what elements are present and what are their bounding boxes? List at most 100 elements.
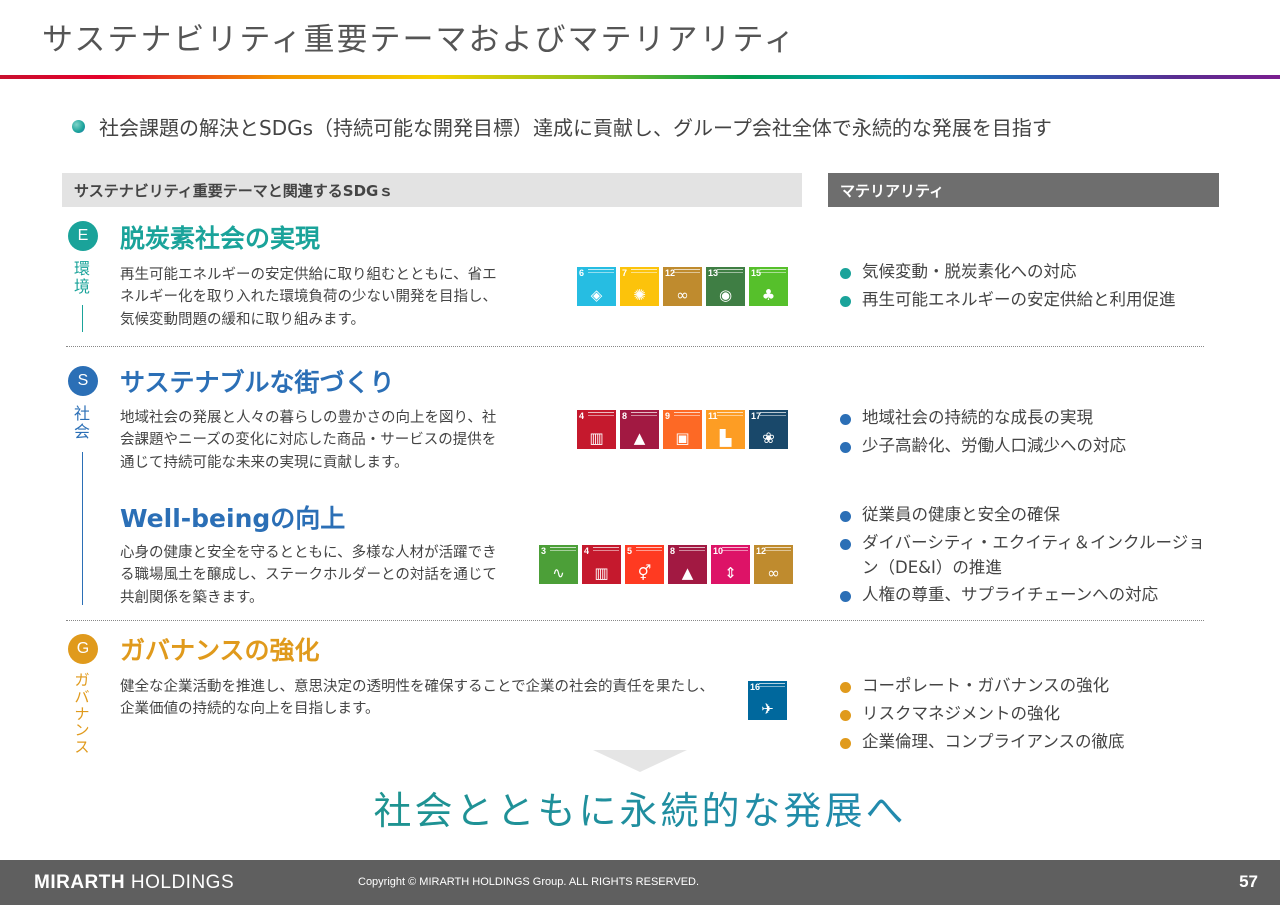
materiality-list-env: 気候変動・脱炭素化への対応再生可能エネルギーの安定供給と利用促進 bbox=[840, 260, 1176, 316]
bullet-icon bbox=[72, 120, 85, 133]
sdg-goal-16: 16 ✈ bbox=[748, 681, 787, 720]
materiality-text: 気候変動・脱炭素化への対応 bbox=[862, 262, 1077, 281]
materiality-text: 再生可能エネルギーの安定供給と利用促進 bbox=[862, 289, 1176, 309]
materiality-item: 企業倫理、コンプライアンスの徹底 bbox=[840, 730, 1125, 755]
theme-desc-sustainable-town: 地域社会の発展と人々の暮らしの豊かさの向上を図り、社会課題やニーズの変化に対応し… bbox=[120, 410, 497, 471]
sdg-number: 8 bbox=[670, 546, 676, 556]
copyright: Copyright © MIRARTH HOLDINGS Group. ALL … bbox=[358, 876, 700, 888]
materiality-item: 従業員の健康と安全の確保 bbox=[840, 503, 1210, 528]
sdg-goal-10: 10 ⇕ bbox=[711, 545, 750, 584]
sdg-caption-lines bbox=[679, 547, 705, 551]
sdg-caption-lines bbox=[674, 412, 700, 416]
sdg-caption-lines bbox=[593, 547, 619, 551]
sdg-icons-wellbeing: 3 ∿ 4 ▥ 5 ⚥ 8 ▲ 10 ⇕ 12 ∞ bbox=[539, 545, 793, 584]
label-char: 環 bbox=[73, 259, 90, 278]
sdg-goal-4: 4 ▥ bbox=[577, 410, 616, 449]
dove-gavel-icon: ✈ bbox=[761, 700, 774, 718]
sdg-goal-13: 13 ◉ bbox=[706, 267, 745, 306]
infinity-icon: ∞ bbox=[676, 286, 689, 304]
materiality-text: 企業倫理、コンプライアンスの徹底 bbox=[862, 731, 1125, 751]
bullet-icon bbox=[840, 511, 851, 522]
bullet-icon bbox=[840, 441, 851, 453]
section-divider bbox=[66, 346, 1204, 347]
sdg-goal-8: 8 ▲ bbox=[620, 410, 659, 449]
bullet-icon bbox=[840, 295, 851, 307]
page-number: 57 bbox=[1239, 872, 1258, 891]
sdg-goal-6: 6 ◈ bbox=[577, 267, 616, 306]
materiality-list-gov: コーポレート・ガバナンスの強化 リスクマネジメントの強化 企業倫理、コンプライアンス… bbox=[840, 674, 1125, 757]
sdg-goal-15: 15 ♣ bbox=[749, 267, 788, 306]
rainbow-divider bbox=[0, 75, 1280, 79]
sdg-caption-lines bbox=[760, 269, 786, 273]
sdg-goal-3: 3 ∿ bbox=[539, 545, 578, 584]
materiality-text: 従業員の健康と安全の確保 bbox=[862, 505, 1060, 524]
materiality-item: 気候変動・脱炭素化への対応 bbox=[840, 260, 1176, 285]
social-line bbox=[82, 452, 83, 605]
bullet-icon bbox=[840, 591, 851, 603]
sdg-caption-lines bbox=[674, 269, 700, 273]
lead-text: 社会課題の解決とSDGs（持続可能な開発目標）達成に貢献し、グループ会社全体で永… bbox=[99, 116, 1052, 140]
label-char: ガ bbox=[74, 671, 90, 689]
down-arrow-icon bbox=[593, 750, 687, 772]
lead-statement: 社会課題の解決とSDGs（持続可能な開発目標）達成に貢献し、グループ会社全体で永… bbox=[72, 112, 1052, 141]
sdg-number: 4 bbox=[579, 411, 585, 421]
theme-title-governance: ガバナンスの強化 bbox=[120, 636, 320, 665]
sdg-caption-lines bbox=[760, 412, 786, 416]
city-icon: ▙ bbox=[719, 429, 732, 447]
sdg-goal-5: 5 ⚥ bbox=[625, 545, 664, 584]
materiality-text: 人権の尊重、サプライチェーンへの対応 bbox=[862, 585, 1159, 605]
sdg-goal-12: 12 ∞ bbox=[754, 545, 793, 584]
materiality-text: 地域社会の持続的な成長の実現 bbox=[862, 408, 1093, 427]
cubes-icon: ▣ bbox=[675, 429, 690, 447]
equality-icon: ⇕ bbox=[724, 564, 737, 582]
sdg-goal-11: 11 ▙ bbox=[706, 410, 745, 449]
book-icon: ▥ bbox=[594, 564, 609, 582]
sdg-caption-lines bbox=[588, 412, 614, 416]
materiality-list-social-wellbeing: 従業員の健康と安全の確保ダイバーシティ・エクイティ＆インクルージョン（DE&I）… bbox=[840, 503, 1210, 611]
env-label: 環境 bbox=[71, 259, 93, 297]
label-char: 会 bbox=[73, 422, 90, 442]
growth-chart-icon: ▲ bbox=[633, 429, 646, 447]
sdg-caption-lines bbox=[717, 412, 743, 416]
sdg-caption-lines bbox=[722, 547, 748, 551]
section-divider bbox=[66, 620, 1204, 621]
label-char: ン bbox=[74, 721, 90, 740]
sdg-number: 6 bbox=[579, 268, 585, 278]
gov-label: ガバナンス bbox=[71, 672, 93, 756]
sdg-caption-lines bbox=[631, 269, 657, 273]
bullet-icon bbox=[840, 682, 851, 693]
materiality-item: 少子高齢化、労働人口減少への対応 bbox=[840, 434, 1126, 459]
materiality-item: リスクマネジメントの強化 bbox=[840, 702, 1125, 727]
sdg-goal-4: 4 ▥ bbox=[582, 545, 621, 584]
materiality-list-social-town: 地域社会の持続的な成長の実現少子高齢化、労働人口減少への対応 bbox=[840, 406, 1126, 462]
footer-brand: MIRARTH HOLDINGS bbox=[34, 872, 234, 894]
sdg-caption-lines bbox=[631, 412, 657, 416]
theme-desc-wellbeing: 心身の健康と安全を守るとともに、多様な人材が活躍できる職場風土を醸成し、ステーク… bbox=[120, 545, 497, 606]
bullet-icon bbox=[840, 268, 851, 279]
growth-chart-icon: ▲ bbox=[681, 564, 694, 582]
brand-rest: HOLDINGS bbox=[125, 872, 235, 893]
sdg-caption-lines bbox=[550, 547, 576, 551]
materiality-item: 再生可能エネルギーの安定供給と利用促進 bbox=[840, 288, 1176, 313]
theme-title-sustainable-town: サステナブルな街づくり bbox=[120, 368, 395, 397]
sun-icon: ✺ bbox=[633, 286, 646, 304]
sdg-number: 8 bbox=[622, 411, 628, 421]
sdg-icons-decarbonization: 6 ◈ 7 ✺ 12 ∞ 13 ◉ 15 ♣ bbox=[577, 267, 788, 306]
label-char: 境 bbox=[73, 277, 90, 297]
header-materiality: マテリアリティ bbox=[828, 173, 1219, 207]
sdg-number: 5 bbox=[627, 546, 633, 556]
env-badge: E bbox=[68, 221, 98, 251]
theme-title-decarbonization: 脱炭素社会の実現 bbox=[120, 224, 321, 253]
sdg-icons-sustainable-town: 4 ▥ 8 ▲ 9 ▣ 11 ▙ 17 ❀ bbox=[577, 410, 788, 449]
materiality-text: ダイバーシティ・エクイティ＆インクルージョン（DE&I）の推進 bbox=[862, 532, 1205, 577]
sdg-goal-7: 7 ✺ bbox=[620, 267, 659, 306]
sdg-number: 3 bbox=[541, 546, 547, 556]
flower-ring-icon: ❀ bbox=[762, 429, 775, 447]
slogan: 社会とともに永続的な発展へ bbox=[0, 780, 1280, 835]
sdg-number: 4 bbox=[584, 546, 590, 556]
sdg-caption-lines bbox=[765, 547, 791, 551]
sdg-goal-8: 8 ▲ bbox=[668, 545, 707, 584]
materiality-text: リスクマネジメントの強化 bbox=[862, 703, 1060, 723]
brand-bold: MIRARTH bbox=[34, 872, 126, 893]
footer: MIRARTH HOLDINGS Copyright © MIRARTH HOL… bbox=[0, 860, 1280, 905]
